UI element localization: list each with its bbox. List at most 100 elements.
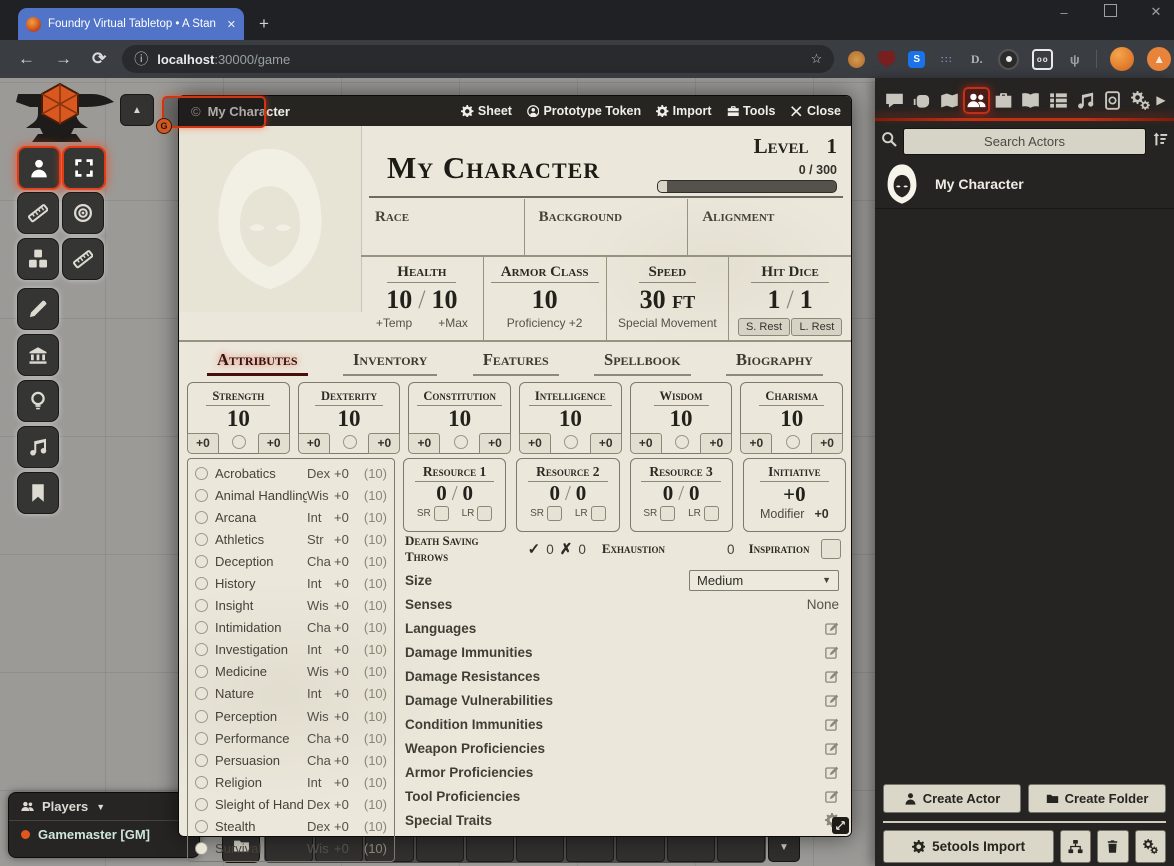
close-window-button[interactable]: ✕ — [1146, 4, 1166, 20]
skill-proficiency-radio[interactable] — [195, 599, 208, 612]
create-actor-button[interactable]: Create Actor — [883, 784, 1021, 813]
xp-text[interactable]: 0 / 300 — [799, 163, 837, 177]
hp-current[interactable]: 10 — [386, 285, 412, 314]
ability-proficiency-radio[interactable] — [786, 435, 800, 449]
skill-proficiency-radio[interactable] — [195, 732, 208, 745]
skill-proficiency-radio[interactable] — [195, 754, 208, 767]
resource-max[interactable]: 0 — [689, 481, 700, 505]
ability-save-mod[interactable]: +0 — [740, 433, 772, 454]
hp-temp-label[interactable]: +Temp — [376, 316, 412, 330]
skill-name[interactable]: Nature — [215, 686, 307, 701]
skill-name[interactable]: Arcana — [215, 510, 307, 525]
skill-name[interactable]: Stealth — [215, 819, 307, 834]
settings-button[interactable] — [1135, 830, 1166, 863]
tab-settings[interactable] — [1127, 87, 1154, 114]
skill-row[interactable]: Persuasion Cha +0 (10) — [195, 749, 387, 771]
reload-button[interactable]: ⟳ — [92, 49, 106, 69]
resource-value[interactable]: 0 — [436, 481, 447, 505]
skill-proficiency-radio[interactable] — [195, 842, 208, 855]
skill-row[interactable]: Nature Int +0 (10) — [195, 683, 387, 705]
skill-row[interactable]: Performance Cha +0 (10) — [195, 727, 387, 749]
tab-inventory[interactable]: Inventory — [343, 350, 437, 376]
tab-close-icon[interactable]: ✕ — [227, 18, 236, 31]
lighting-tool-button[interactable] — [17, 380, 59, 422]
edit-icon[interactable] — [825, 668, 839, 684]
inspiration-checkbox[interactable] — [821, 539, 841, 559]
prototype-token-button[interactable]: Prototype Token — [527, 104, 641, 118]
edit-icon[interactable] — [825, 644, 839, 660]
fivetools-import-button[interactable]: 5etools Import — [883, 830, 1054, 863]
skill-row[interactable]: Athletics Str +0 (10) — [195, 528, 387, 550]
skill-proficiency-radio[interactable] — [195, 643, 208, 656]
template-tool-button[interactable] — [62, 192, 104, 234]
tab-chat[interactable] — [881, 87, 908, 114]
skill-proficiency-radio[interactable] — [195, 798, 208, 811]
actor-list-item[interactable]: My Character — [875, 160, 1174, 209]
tab-journal[interactable] — [1017, 87, 1044, 114]
resource-max[interactable]: 0 — [576, 481, 587, 505]
ability-score[interactable]: 10 — [520, 406, 621, 431]
ability-proficiency-radio[interactable] — [675, 435, 689, 449]
ability-proficiency-radio[interactable] — [564, 435, 578, 449]
resource-max[interactable]: 0 — [463, 481, 474, 505]
skill-name[interactable]: Sleight of Hand — [215, 797, 307, 812]
skill-row[interactable]: Sleight of Hand Dex +0 (10) — [195, 793, 387, 815]
character-field[interactable]: Race — [361, 199, 525, 255]
skill-name[interactable]: Acrobatics — [215, 466, 307, 481]
skill-row[interactable]: Medicine Wis +0 (10) — [195, 661, 387, 683]
tab-compendium[interactable] — [1099, 87, 1126, 114]
folder-tree-button[interactable] — [1060, 830, 1091, 863]
skill-proficiency-radio[interactable] — [195, 555, 208, 568]
scene-nav-active-tab[interactable] — [162, 96, 266, 128]
search-input[interactable] — [903, 128, 1146, 155]
ability-check-mod[interactable]: +0 — [590, 433, 622, 454]
skill-row[interactable]: Stealth Dex +0 (10) — [195, 816, 387, 838]
skill-proficiency-radio[interactable] — [195, 687, 208, 700]
browser-profile-avatar[interactable] — [1110, 47, 1134, 71]
tab-features[interactable]: Features — [473, 350, 559, 376]
edit-icon[interactable] — [825, 716, 839, 732]
hd-current[interactable]: 1 — [768, 285, 781, 314]
character-portrait[interactable] — [179, 126, 362, 312]
minimize-button[interactable]: – — [1054, 5, 1074, 20]
game-canvas[interactable]: ▲ Players ▼ Gamemaster [GM] — [0, 78, 1174, 866]
ability-score[interactable]: 10 — [299, 406, 400, 431]
skill-name[interactable]: Medicine — [215, 664, 307, 679]
ability-save-mod[interactable]: +0 — [630, 433, 662, 454]
skill-proficiency-radio[interactable] — [195, 621, 208, 634]
ability-proficiency-radio[interactable] — [454, 435, 468, 449]
bookmark-star-icon[interactable]: ☆ — [811, 51, 823, 67]
character-name[interactable]: My Character — [387, 150, 600, 186]
ability-score[interactable]: 10 — [409, 406, 510, 431]
skill-row[interactable]: Perception Wis +0 (10) — [195, 705, 387, 727]
ability-check-mod[interactable]: +0 — [700, 433, 732, 454]
death-fail-icon[interactable]: ✗ — [560, 540, 573, 558]
skill-proficiency-radio[interactable] — [195, 533, 208, 546]
session-extension-icon[interactable]: S — [908, 51, 925, 68]
initiative-value[interactable]: +0 — [744, 482, 845, 507]
edit-icon[interactable] — [825, 740, 839, 756]
skill-name[interactable]: Deception — [215, 554, 307, 569]
forward-button[interactable]: → — [55, 49, 72, 69]
new-tab-button[interactable]: + — [252, 12, 276, 36]
death-success-icon[interactable]: ✓ — [528, 540, 541, 558]
walls-tool-button[interactable] — [17, 334, 59, 376]
skill-row[interactable]: Deception Cha +0 (10) — [195, 550, 387, 572]
skill-row[interactable]: History Int +0 (10) — [195, 572, 387, 594]
edit-icon[interactable] — [825, 620, 839, 636]
skill-name[interactable]: Religion — [215, 775, 307, 790]
import-button[interactable]: Import — [656, 104, 711, 118]
resource-label[interactable]: Resource 3 — [641, 464, 720, 482]
resource-label[interactable]: Resource 1 — [415, 464, 494, 482]
ability-save-mod[interactable]: +0 — [298, 433, 330, 454]
sounds-tool-button[interactable] — [17, 426, 59, 468]
profile-icon[interactable]: ▲ — [1147, 47, 1171, 71]
skill-name[interactable]: Animal Handling — [215, 488, 307, 503]
fork-extension-icon[interactable]: ψ — [1066, 51, 1083, 68]
skill-row[interactable]: Animal Handling Wis +0 (10) — [195, 484, 387, 506]
select-targets-tool-button[interactable] — [62, 146, 106, 190]
ability-proficiency-radio[interactable] — [343, 435, 357, 449]
d-extension-icon[interactable]: D. — [968, 51, 985, 68]
sr-checkbox[interactable] — [434, 506, 449, 521]
tab-spellbook[interactable]: Spellbook — [594, 350, 691, 376]
